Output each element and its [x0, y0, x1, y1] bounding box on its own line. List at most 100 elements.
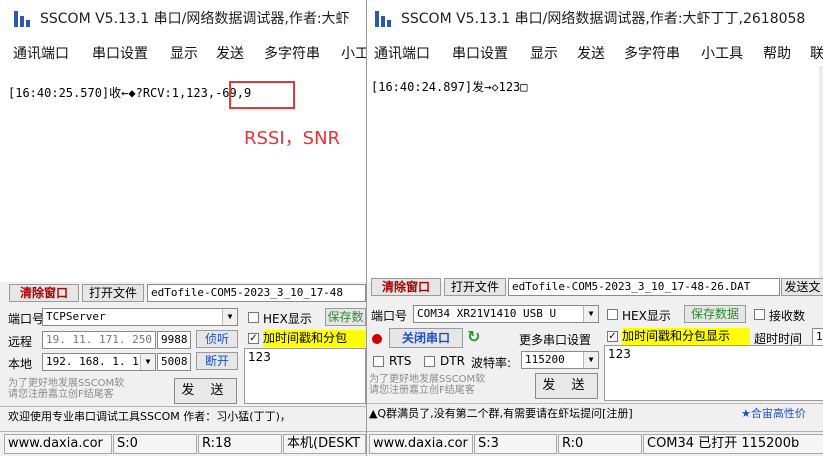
baud-rate-label: 波特率: [471, 356, 512, 370]
window-title: SSCOM V5.13.1 串口/网络数据调试器,作者:大虾 [40, 11, 350, 27]
send-button[interactable]: 发 送 [174, 378, 237, 404]
send-text-area[interactable]: 123 [604, 345, 823, 401]
clear-window-button[interactable]: 清除窗口 [9, 284, 79, 302]
received-line: [16:40:25.570]收←◆?RCV:1,123,-69,9 [8, 86, 252, 100]
send-text-value: 123 [608, 347, 631, 361]
port-label: 端口号 [8, 312, 45, 326]
menu-item-display[interactable]: 显示 [530, 43, 558, 63]
status-port-state: COM34 已打开 115200b [643, 434, 823, 454]
rssi-snr-annotation: RSSI，SNR [244, 128, 341, 149]
chevron-down-icon[interactable]: ▼ [583, 306, 598, 322]
chevron-down-icon[interactable]: ▼ [140, 354, 155, 370]
port-value: COM34 XR21V1410 USB U [417, 307, 557, 320]
status-received-count: R:0 [558, 434, 642, 454]
status-sent-count: S:3 [474, 434, 557, 454]
chevron-down-icon[interactable]: ▼ [583, 352, 598, 368]
receive-to-file-checkbox[interactable] [754, 309, 765, 320]
sent-echo-line: [16:40:24.897]发→◇123□ [371, 80, 528, 94]
hex-display-label: HEX显示 [622, 309, 671, 323]
tip-text: 欢迎使用专业串口调试工具SSCOM 作者：习小猛(丁丁)， [8, 410, 291, 423]
dtr-checkbox[interactable] [424, 356, 435, 367]
tip-bar: 欢迎使用专业串口调试工具SSCOM 作者：习小猛(丁丁)， [0, 406, 366, 426]
send-file-button[interactable]: 发送文 [781, 278, 823, 296]
baud-rate-value: 115200 [525, 353, 565, 366]
menu-item-tools[interactable]: 小工 [341, 43, 366, 63]
menu-item-contact[interactable]: 联 [810, 43, 823, 63]
refresh-icon[interactable]: ↻ [467, 327, 480, 346]
status-local-info: 本机(DESKT [283, 434, 366, 454]
right-menu-bar: 通讯端口 串口设置 显示 发送 多字符串 小工具 帮助 联 [367, 34, 823, 67]
hex-display-checkbox[interactable] [248, 312, 259, 323]
clear-window-button[interactable]: 清除窗口 [371, 278, 441, 296]
left-menu-bar: 通讯端口 串口设置 显示 发送 多字符串 小工 [0, 34, 366, 67]
left-status-bar: www.daxia.cor S:0 R:18 本机(DESKT [0, 431, 366, 456]
open-file-button[interactable]: 打开文件 [82, 284, 144, 302]
timestamp-checkbox[interactable]: ✓ [607, 331, 618, 342]
right-sscom-window: SSCOM V5.13.1 串口/网络数据调试器,作者:大虾丁丁,2618058… [366, 0, 823, 456]
hex-display-label: HEX显示 [263, 312, 312, 326]
menu-item-help[interactable]: 帮助 [763, 43, 791, 63]
dtr-label: DTR [440, 354, 465, 368]
menu-item-send[interactable]: 发送 [577, 43, 605, 63]
listen-button[interactable]: 侦听 [196, 330, 238, 348]
menu-item-display[interactable]: 显示 [170, 43, 198, 63]
promo-line-2: 请您注册嘉立创F结尾客 [369, 385, 475, 396]
local-ip-select[interactable]: 192. 168. 1. 1 ▼ [42, 353, 156, 371]
port-value: TCPServer [46, 310, 106, 323]
status-sent-count: S:0 [113, 434, 197, 454]
left-sscom-window: SSCOM V5.13.1 串口/网络数据调试器,作者:大虾 通讯端口 串口设置… [0, 0, 366, 456]
menu-item-comm-port[interactable]: 通讯端口 [13, 43, 69, 63]
menu-item-tools[interactable]: 小工具 [701, 43, 743, 63]
local-ip-value: 192. 168. 1. 1 [46, 355, 139, 368]
save-data-button[interactable]: 保存数 [325, 308, 366, 326]
send-text-area[interactable]: 123 [244, 348, 366, 404]
tip-text[interactable]: ▲Q群满员了,没有第二个群,有需要请在虾坛提问[注册] [367, 407, 633, 420]
promo-line-1: 为了更好地发展SSCOM软 [8, 378, 125, 389]
promo-link[interactable]: ★合宙高性价 [741, 404, 806, 423]
menu-item-multi-string[interactable]: 多字符串 [264, 43, 320, 63]
open-file-button[interactable]: 打开文件 [444, 278, 506, 296]
close-port-button[interactable]: 关闭串口 [389, 328, 463, 348]
status-site: www.daxia.cor [4, 434, 112, 454]
port-status-icon [372, 331, 382, 345]
more-settings-link[interactable]: 更多串口设置 [519, 331, 591, 348]
rts-checkbox[interactable] [373, 356, 384, 367]
timestamp-checkbox[interactable]: ✓ [248, 333, 259, 344]
send-button[interactable]: 发 送 [535, 373, 598, 399]
rts-label: RTS [389, 354, 412, 368]
file-path-field[interactable]: edTofile-COM5-2023_3_10_17-48-26.DAT [508, 278, 780, 296]
disconnect-button[interactable]: 断开 [196, 352, 238, 370]
menu-item-serial-settings[interactable]: 串口设置 [452, 43, 508, 63]
receive-area[interactable]: [16:40:24.897]发→◇123□ [367, 66, 823, 283]
tip-bar: ▲Q群满员了,没有第二个群,有需要请在虾坛提问[注册] ★合宙高性价 [367, 403, 823, 423]
save-data-button[interactable]: 保存数据 [684, 305, 746, 323]
sscom-app-icon [375, 9, 395, 27]
rssi-highlight-box [229, 81, 295, 109]
local-port-field[interactable]: 5008 [157, 353, 191, 371]
right-control-panel: 清除窗口 打开文件 edTofile-COM5-2023_3_10_17-48-… [367, 278, 823, 456]
status-received-count: R:18 [198, 434, 282, 454]
hex-display-checkbox[interactable] [607, 309, 618, 320]
receive-to-file-label: 接收数 [769, 309, 806, 323]
right-status-bar: www.daxia.cor S:3 R:0 COM34 已打开 115200b [367, 431, 823, 456]
chevron-down-icon[interactable]: ▼ [222, 309, 237, 325]
timestamp-label: 加时间戳和分包显示 [622, 328, 750, 345]
menu-item-multi-string[interactable]: 多字符串 [624, 43, 680, 63]
remote-port-field[interactable]: 9988 [157, 331, 191, 349]
promo-line-2: 请您注册嘉立创F结尾客 [8, 389, 114, 400]
menu-item-comm-port[interactable]: 通讯端口 [374, 43, 430, 63]
window-title: SSCOM V5.13.1 串口/网络数据调试器,作者:大虾丁丁,2618058 [401, 11, 806, 27]
remote-label: 远程 [8, 335, 33, 349]
timeout-field[interactable]: 1 [812, 328, 823, 346]
menu-item-send[interactable]: 发送 [216, 43, 244, 63]
menu-item-serial-settings[interactable]: 串口设置 [92, 43, 148, 63]
port-select[interactable]: COM34 XR21V1410 USB U ▼ [413, 305, 599, 323]
remote-ip-field[interactable]: 19. 11. 171. 250 [42, 331, 156, 349]
left-control-panel: 清除窗口 打开文件 edTofile-COM5-2023_3_10_17-48 … [0, 282, 366, 456]
file-path-field[interactable]: edTofile-COM5-2023_3_10_17-48 [147, 284, 366, 302]
status-site: www.daxia.cor [369, 434, 473, 454]
port-select[interactable]: TCPServer ▼ [42, 308, 238, 326]
baud-rate-select[interactable]: 115200 ▼ [521, 351, 599, 369]
receive-area[interactable]: [16:40:25.570]收←◆?RCV:1,123,-69,9 [0, 66, 366, 283]
vertical-scrollbar[interactable] [819, 66, 823, 282]
